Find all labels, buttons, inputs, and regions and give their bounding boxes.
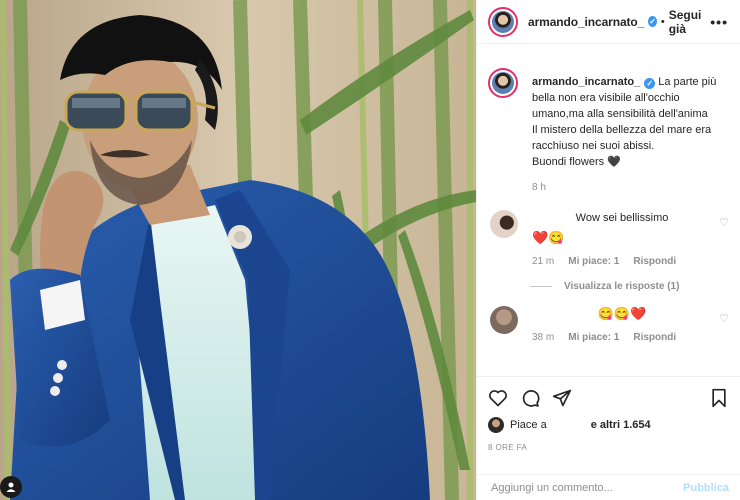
reply-button[interactable]: Rispondi [633, 332, 676, 343]
post-image [0, 0, 476, 500]
author-username[interactable]: armando_incarnato_ [528, 15, 644, 29]
like-comment-heart-icon[interactable]: ♡ [719, 216, 729, 229]
caption-username[interactable]: armando_incarnato_ [532, 76, 640, 88]
liker-avatar[interactable] [488, 417, 504, 433]
author-avatar[interactable] [488, 6, 518, 37]
caption-text: La parte più bella non era visibile all'… [532, 76, 717, 168]
publish-button[interactable]: Pubblica [683, 482, 729, 494]
comment-item: 😋😋❤️ 38 m Mi piace: 1 Rispondi ♡ [488, 306, 729, 343]
comment-item: Wow sei bellissimo ❤️😋 21 m Mi piace: 1 … [488, 210, 729, 267]
like-comment-heart-icon[interactable]: ♡ [719, 312, 729, 325]
comment-input[interactable] [491, 481, 681, 494]
action-bar [488, 377, 729, 419]
likes-prefix: Piace a [510, 419, 547, 431]
likes-count[interactable]: e altri 1.654 [591, 419, 651, 431]
comment-composer: Pubblica [477, 474, 740, 500]
comment-text: Wow sei bellissimo [575, 212, 669, 224]
commenter-avatar[interactable] [490, 210, 518, 238]
comment-likes[interactable]: Mi piace: 1 [568, 256, 619, 267]
post-photo[interactable] [0, 0, 476, 500]
post-actions-area: Piace a e altri 1.654 8 ORE FA [477, 376, 740, 452]
follow-separator: • [660, 15, 665, 28]
more-options-icon[interactable]: ••• [710, 14, 728, 30]
caption-author-avatar[interactable] [488, 68, 518, 98]
post-timestamp: 8 ORE FA [488, 443, 528, 452]
comment-time: 38 m [532, 332, 555, 343]
replies-divider [530, 286, 552, 287]
caption-time: 8 h [532, 182, 546, 193]
comment-time: 21 m [532, 256, 555, 267]
reply-button[interactable]: Rispondi [633, 256, 676, 267]
comment-emoji: ❤️😋 [532, 230, 565, 245]
tagged-user-icon[interactable] [0, 476, 22, 498]
comment-likes[interactable]: Mi piace: 1 [568, 332, 619, 343]
verified-badge-icon: ✓ [648, 16, 657, 27]
post-side-panel: armando_incarnato_ ✓ • Segui già ••• arm… [476, 0, 740, 500]
comment-emoji: 😋😋❤️ [597, 306, 647, 321]
post-header: armando_incarnato_ ✓ • Segui già ••• [477, 0, 740, 44]
heart-icon[interactable] [488, 388, 508, 408]
commenter-avatar[interactable] [490, 306, 518, 334]
comments-section[interactable]: armando_incarnato_ ✓ La parte più bella n… [477, 62, 740, 374]
post-caption: armando_incarnato_ ✓ La parte più bella n… [488, 62, 729, 196]
comment-icon[interactable] [520, 388, 540, 408]
verified-badge-icon: ✓ [644, 78, 656, 89]
share-icon[interactable] [552, 388, 572, 408]
follow-button[interactable]: Segui già [669, 8, 711, 36]
likes-summary[interactable]: Piace a e altri 1.654 [488, 417, 729, 433]
bookmark-icon[interactable] [709, 388, 729, 408]
view-replies-button[interactable]: Visualizza le risposte (1) [530, 281, 729, 292]
view-replies-label: Visualizza le risposte (1) [564, 281, 680, 292]
